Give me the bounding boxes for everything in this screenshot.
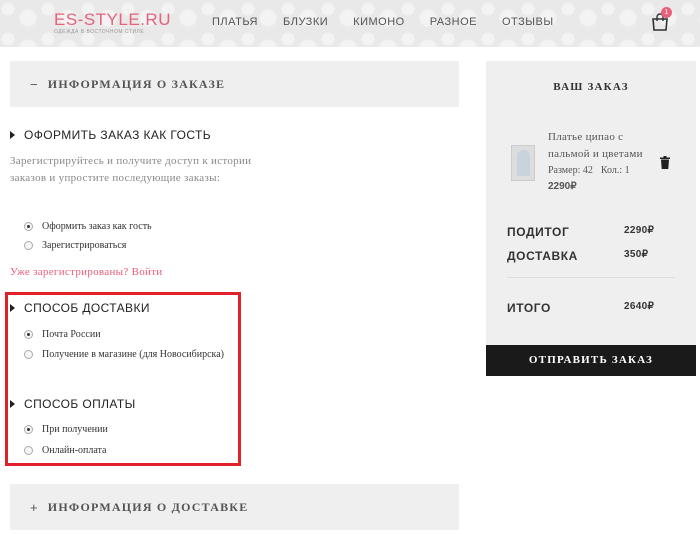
logo-text: ES-STYLE.RU bbox=[54, 10, 171, 29]
shipping-value: 350₽ bbox=[624, 249, 649, 260]
order-summary-title: ВАШ ЗАКАЗ bbox=[553, 81, 629, 93]
radio-button[interactable] bbox=[24, 350, 33, 359]
product-size: Размер: 42 bbox=[548, 165, 593, 176]
trash-icon[interactable] bbox=[660, 156, 670, 169]
submit-order-button[interactable]: ОТПРАВИТЬ ЗАКАЗ bbox=[486, 345, 696, 376]
radio-button[interactable] bbox=[24, 241, 33, 250]
main-nav: ПЛАТЬЯ БЛУЗКИ КИМОНО РАЗНОЕ ОТЗЫВЫ bbox=[212, 16, 554, 28]
login-link[interactable]: Уже зарегистрированы? Войти bbox=[10, 266, 163, 278]
product-meta: Размер: 42 Кол.: 1 bbox=[548, 165, 630, 176]
site-header: ES-STYLE.RU ОДЕЖДА В ВОСТОЧНОМ СТИЛЕ ПЛА… bbox=[0, 0, 700, 47]
radio-button[interactable] bbox=[24, 425, 33, 434]
caret-right-icon bbox=[10, 400, 15, 408]
cart-count-badge: 1 bbox=[661, 7, 672, 18]
guest-description: Зарегистрируйтесь и получите доступ к ис… bbox=[10, 155, 252, 184]
radio-button[interactable] bbox=[24, 446, 33, 455]
shipping-row: ДОСТАВКА 350₽ bbox=[507, 249, 657, 263]
total-value: 2640₽ bbox=[624, 301, 655, 312]
radio-label: Онлайн-оплата bbox=[42, 445, 107, 456]
delivery-info-title: ИНФОРМАЦИЯ О ДОСТАВКЕ bbox=[47, 499, 249, 514]
highlight-box bbox=[5, 292, 241, 466]
nav-item-kimono[interactable]: КИМОНО bbox=[353, 16, 405, 28]
radio-online-payment[interactable]: Онлайн-оплата bbox=[24, 445, 107, 456]
product-thumbnail[interactable] bbox=[511, 145, 535, 181]
logo[interactable]: ES-STYLE.RU ОДЕЖДА В ВОСТОЧНОМ СТИЛЕ bbox=[54, 10, 171, 36]
order-info-title: ИНФОРМАЦИЯ О ЗАКАЗЕ bbox=[47, 76, 226, 91]
caret-right-icon bbox=[10, 131, 15, 139]
subtotal-label: ПОДИТОГ bbox=[507, 225, 570, 239]
product-qty: Кол.: 1 bbox=[600, 165, 630, 176]
nav-item-dresses[interactable]: ПЛАТЬЯ bbox=[212, 16, 258, 28]
radio-button[interactable] bbox=[24, 222, 33, 231]
payment-title-text: СПОСОБ ОПЛАТЫ bbox=[24, 397, 136, 411]
payment-section-title[interactable]: СПОСОБ ОПЛАТЫ bbox=[10, 397, 136, 411]
guest-section-title[interactable]: ОФОРМИТЬ ЗАКАЗ КАК ГОСТЬ bbox=[10, 128, 211, 142]
delivery-info-toggle[interactable]: + ИНФОРМАЦИЯ О ДОСТАВКЕ bbox=[10, 484, 459, 530]
subtotal-value: 2290₽ bbox=[624, 225, 655, 236]
order-summary: ВАШ ЗАКАЗ Платье ципао с пальмой и цвета… bbox=[486, 61, 696, 376]
radio-register[interactable]: Зарегистрироваться bbox=[24, 240, 126, 251]
guest-title-text: ОФОРМИТЬ ЗАКАЗ КАК ГОСТЬ bbox=[24, 128, 212, 142]
expand-icon: + bbox=[30, 499, 39, 515]
order-info-toggle[interactable]: − ИНФОРМАЦИЯ О ЗАКАЗЕ bbox=[10, 61, 459, 107]
radio-russian-post[interactable]: Почта России bbox=[24, 329, 101, 340]
nav-item-blouses[interactable]: БЛУЗКИ bbox=[283, 16, 328, 28]
radio-store-pickup[interactable]: Получение в магазине (для Новосибирска) bbox=[24, 349, 224, 360]
radio-label: При получении bbox=[42, 424, 108, 435]
radio-label: Оформить заказ как гость bbox=[42, 221, 152, 232]
logo-tagline: ОДЕЖДА В ВОСТОЧНОМ СТИЛЕ bbox=[54, 29, 145, 35]
collapse-icon: − bbox=[30, 76, 39, 92]
radio-button[interactable] bbox=[24, 330, 33, 339]
delivery-title-text: СПОСОБ ДОСТАВКИ bbox=[24, 301, 150, 315]
radio-pay-on-delivery[interactable]: При получении bbox=[24, 424, 108, 435]
total-row: ИТОГО 2640₽ bbox=[507, 301, 657, 315]
caret-right-icon bbox=[10, 304, 15, 312]
radio-label: Получение в магазине (для Новосибирска) bbox=[42, 349, 225, 360]
delivery-section-title[interactable]: СПОСОБ ДОСТАВКИ bbox=[10, 301, 150, 315]
total-label: ИТОГО bbox=[507, 301, 551, 315]
subtotal-row: ПОДИТОГ 2290₽ bbox=[507, 225, 657, 239]
divider bbox=[507, 277, 675, 278]
shipping-label: ДОСТАВКА bbox=[507, 249, 578, 263]
radio-guest[interactable]: Оформить заказ как гость bbox=[24, 221, 152, 232]
product-price: 2290₽ bbox=[548, 181, 577, 192]
product-name[interactable]: Платье ципао с пальмой и цветами bbox=[548, 129, 666, 163]
radio-label: Почта России bbox=[42, 329, 101, 340]
radio-label: Зарегистрироваться bbox=[42, 240, 127, 251]
nav-item-reviews[interactable]: ОТЗЫВЫ bbox=[502, 16, 554, 28]
nav-item-misc[interactable]: РАЗНОЕ bbox=[430, 16, 477, 28]
